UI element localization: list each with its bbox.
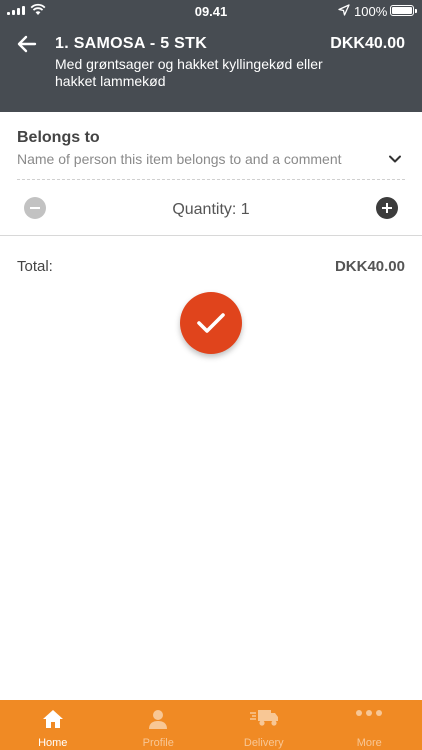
profile-icon [149,710,168,729]
status-bar: 09.41 100% [0,0,422,22]
back-arrow-icon [17,35,37,53]
belongs-to-title: Belongs to [17,129,100,146]
back-button[interactable] [14,32,40,56]
belongs-to-field[interactable]: Name of person this item belongs to and … [17,148,405,180]
home-icon [42,710,63,728]
tab-label: More [356,737,382,749]
battery-icon [390,5,417,16]
increase-quantity-button[interactable] [376,197,398,219]
truck-icon [249,710,278,726]
tab-label: Delivery [243,737,284,749]
total-value: DKK40.00 [334,258,405,275]
tab-delivery[interactable]: Delivery [211,700,317,750]
item-title: 1. SAMOSA - 5 STK [55,35,208,52]
tab-profile[interactable]: Profile [106,700,212,750]
total-label: Total: [17,258,53,275]
tab-bar: Home Profile Delivery More [0,700,422,750]
checkmark-icon [197,313,225,333]
item-description: Med grøntsager og hakket kyllingekød ell… [55,56,323,89]
quantity-stepper: Quantity: 1 [0,186,422,234]
quantity-label: Quantity: 1 [172,201,250,218]
battery-percent: 100% [354,4,388,19]
more-icon [356,710,383,716]
belongs-to-placeholder: Name of person this item belongs to and … [17,151,342,167]
item-header: 09.41 100% 1. SAMOSA - 5 STK DKK40.00 Me… [0,0,422,112]
tab-more[interactable]: More [317,700,422,750]
tab-label: Home [38,737,68,749]
confirm-add-button[interactable] [180,292,242,354]
item-price: DKK40.00 [330,35,405,52]
tab-label: Profile [142,737,174,749]
chevron-down-icon[interactable] [388,152,402,166]
location-arrow-icon [338,4,350,16]
divider [0,235,422,236]
tab-home[interactable]: Home [0,700,106,750]
